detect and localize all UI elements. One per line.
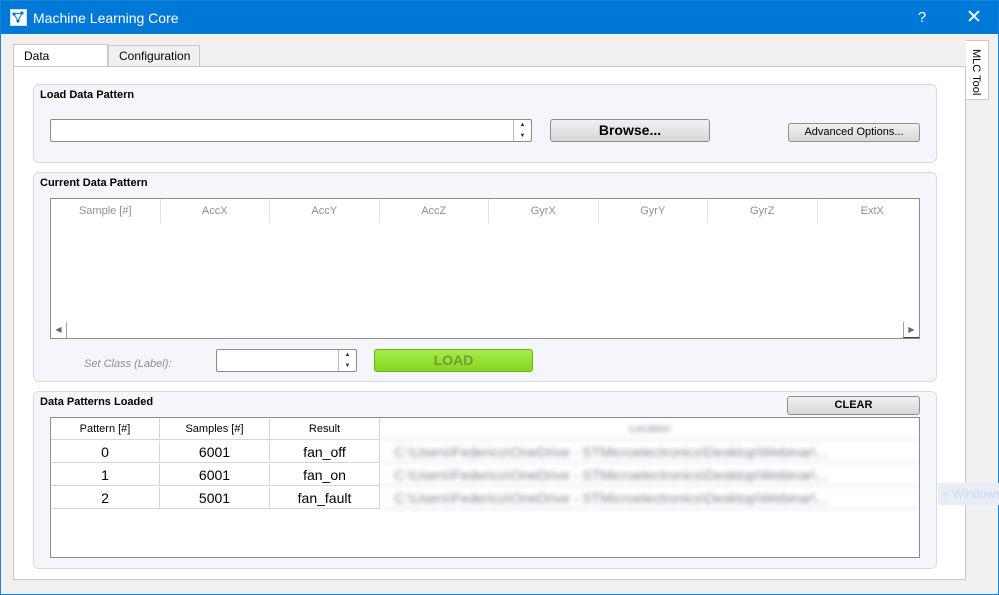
data-patterns-page: Load Data Pattern ▲ ▼ Browse... Advanced… — [13, 66, 966, 580]
pattern-cell: 1 — [51, 464, 160, 486]
tab-data-patterns[interactable]: Data Patterns — [13, 44, 108, 85]
help-button[interactable]: ? — [907, 1, 937, 34]
set-class-label: Set Class (Label): — [84, 358, 172, 370]
ml-core-app-icon — [10, 9, 27, 26]
scroll-right-icon[interactable]: ▶ — [903, 322, 919, 338]
result-cell: fan_off — [270, 441, 380, 463]
path-spin-buttons[interactable]: ▲ ▼ — [513, 120, 531, 141]
spin-down-icon[interactable]: ▼ — [514, 131, 531, 142]
data-patterns-loaded-title: Data Patterns Loaded — [40, 396, 154, 408]
background-window-hint: + Windows — [938, 483, 999, 505]
pattern-cell: 0 — [51, 441, 160, 463]
load-data-pattern-group: Load Data Pattern ▲ ▼ Browse... Advanced… — [33, 84, 937, 163]
current-pattern-grid[interactable]: Sample [#] AccX AccY AccZ GyrX GyrY GyrZ… — [50, 198, 920, 339]
advanced-options-button[interactable]: Advanced Options... — [788, 123, 920, 142]
spin-down-icon[interactable]: ▼ — [339, 361, 356, 372]
clear-button[interactable]: CLEAR — [787, 396, 920, 415]
horizontal-scrollbar[interactable]: ◀ ▶ — [51, 322, 919, 338]
samples-cell: 6001 — [160, 441, 270, 463]
column-header[interactable]: ExtX — [818, 199, 928, 223]
column-header[interactable]: GyrZ — [708, 199, 818, 223]
column-header[interactable]: GyrY — [599, 199, 708, 223]
result-cell: fan_on — [270, 464, 380, 486]
class-label-input[interactable]: ▲ ▼ — [216, 349, 357, 372]
column-header[interactable]: Pattern [#] — [51, 418, 160, 440]
location-cell: C:\Users\Federico\OneDrive - STMicroelec… — [380, 441, 919, 463]
class-spin-buttons[interactable]: ▲ ▼ — [338, 350, 356, 371]
result-cell: fan_fault — [270, 487, 380, 509]
loaded-patterns-grid[interactable]: Pattern [#] Samples [#] Result Location … — [50, 417, 920, 558]
client-area: Data Patterns Configuration MLC Tool Loa… — [1, 34, 998, 594]
column-header[interactable]: AccY — [270, 199, 380, 223]
location-cell: C:\Users\Federico\OneDrive - STMicroelec… — [380, 487, 919, 509]
column-header[interactable]: AccX — [161, 199, 270, 223]
column-header[interactable]: Samples [#] — [160, 418, 270, 440]
column-header[interactable]: GyrX — [489, 199, 599, 223]
side-tab-label: MLC Tool — [970, 49, 982, 96]
column-header[interactable]: Location — [380, 418, 919, 440]
title-bar[interactable]: Machine Learning Core ? ✕ — [1, 1, 998, 34]
mlc-window: Machine Learning Core ? ✕ Data Patterns … — [0, 0, 999, 595]
side-tab-mlc-tool[interactable]: MLC Tool — [966, 40, 989, 100]
spin-up-icon[interactable]: ▲ — [339, 350, 356, 361]
column-header[interactable]: Result — [270, 418, 380, 440]
samples-cell: 5001 — [160, 487, 270, 509]
data-patterns-loaded-group: Data Patterns Loaded CLEAR Pattern [#] S… — [33, 391, 937, 569]
pattern-path-input[interactable]: ▲ ▼ — [50, 119, 532, 142]
close-icon[interactable]: ✕ — [954, 1, 994, 34]
current-data-pattern-group: Current Data Pattern Sample [#] AccX Acc… — [33, 172, 937, 382]
column-header[interactable]: Sample [#] — [51, 199, 161, 223]
load-button[interactable]: LOAD — [374, 349, 533, 372]
location-cell: C:\Users\Federico\OneDrive - STMicroelec… — [380, 464, 919, 486]
browse-button[interactable]: Browse... — [550, 119, 710, 142]
samples-cell: 6001 — [160, 464, 270, 486]
column-header[interactable]: AccZ — [380, 199, 489, 223]
current-data-pattern-title: Current Data Pattern — [40, 177, 148, 189]
pattern-cell: 2 — [51, 487, 160, 509]
spin-up-icon[interactable]: ▲ — [514, 120, 531, 131]
window-title: Machine Learning Core — [33, 10, 179, 26]
scroll-left-icon[interactable]: ◀ — [51, 322, 67, 338]
tab-configuration[interactable]: Configuration — [108, 45, 200, 67]
current-pattern-header: Sample [#] AccX AccY AccZ GyrX GyrY GyrZ… — [51, 199, 919, 223]
load-data-pattern-title: Load Data Pattern — [40, 89, 135, 101]
